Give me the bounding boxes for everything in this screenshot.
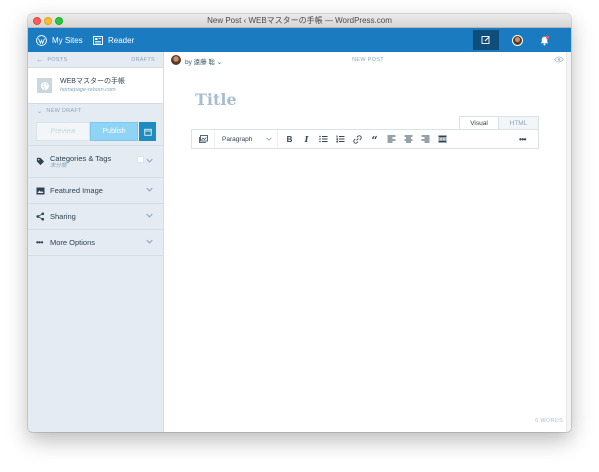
back-to-posts-link[interactable]: ← POSTS (36, 54, 68, 64)
align-right-button[interactable] (417, 130, 434, 148)
chevron-down-icon (146, 158, 153, 163)
my-sites-label: My Sites (52, 35, 83, 45)
ellipsis-icon: ••• (519, 134, 526, 144)
word-count: 0 WORDS (535, 418, 563, 424)
my-sites-button[interactable]: My Sites (36, 28, 83, 52)
write-button[interactable] (473, 30, 499, 50)
avatar (511, 34, 523, 46)
tag-icon (36, 157, 45, 166)
chevron-down-icon (266, 137, 272, 141)
publish-button[interactable]: Publish (90, 122, 138, 141)
notifications-button[interactable] (537, 28, 551, 52)
post-title-input[interactable]: Title (195, 90, 237, 109)
window-titlebar: New Post ‹ WEBマスターの手帳 — WordPress.com (28, 14, 571, 28)
categories-tags-label: Categories & Tags (50, 153, 112, 163)
media-icon (198, 135, 208, 143)
align-right-icon (421, 135, 430, 143)
featured-image-section[interactable]: Featured Image (28, 178, 163, 204)
bullet-list-icon (319, 135, 328, 143)
categories-value: 未分類 (50, 162, 67, 169)
format-select[interactable]: Paragraph (215, 130, 277, 148)
blockquote-icon: “ (371, 134, 378, 147)
publish-actions: Preview Publish (28, 118, 163, 146)
app-window: New Post ‹ WEBマスターの手帳 — WordPress.com My… (28, 14, 571, 432)
image-icon (36, 187, 45, 195)
chevron-down-icon (146, 213, 153, 218)
sharing-label: Sharing (50, 212, 76, 221)
insert-link-button[interactable] (349, 130, 366, 148)
align-center-icon (404, 135, 413, 143)
align-left-button[interactable] (383, 130, 400, 148)
scrollbar[interactable] (566, 52, 571, 432)
schedule-button[interactable] (139, 122, 156, 141)
ellipsis-icon: ••• (36, 238, 43, 247)
editor-mode-tabs: Visual HTML (459, 116, 539, 130)
read-more-icon (438, 135, 447, 143)
site-name: WEBマスターの手帳 (60, 78, 125, 85)
sharing-section[interactable]: Sharing (28, 204, 163, 230)
numbered-list-icon (336, 135, 345, 143)
align-left-icon (387, 135, 396, 143)
bold-icon: B (286, 134, 293, 144)
wordpress-icon (36, 34, 47, 46)
numbered-list-button[interactable] (332, 130, 349, 148)
tab-html[interactable]: HTML (499, 116, 539, 130)
eye-icon[interactable] (554, 56, 564, 63)
add-media-button[interactable] (192, 130, 214, 148)
blockquote-button[interactable]: “ (366, 130, 383, 148)
categories-tags-section[interactable]: Categories & Tags 未分類 (28, 146, 163, 178)
italic-button[interactable]: I (298, 130, 315, 148)
sidebar-header: ← POSTS DRAFTS (28, 52, 163, 68)
site-url: homepage-reborn.com (60, 87, 116, 93)
new-draft-toggle[interactable]: ⌄ NEW DRAFT (28, 104, 163, 118)
read-more-button[interactable] (434, 130, 451, 148)
arrow-left-icon: ← (36, 54, 45, 64)
italic-icon: I (304, 134, 309, 144)
editor-header: by 遠藤 聡 ⌄ NEW POST (165, 52, 571, 68)
site-card[interactable]: WEBマスターの手帳 homepage-reborn.com (28, 68, 163, 104)
format-select-value: Paragraph (222, 135, 253, 143)
category-checkbox[interactable] (137, 156, 144, 163)
more-options-section[interactable]: ••• More Options (28, 230, 163, 256)
window-title: New Post ‹ WEBマスターの手帳 — WordPress.com (207, 16, 392, 25)
toolbar-divider (277, 130, 278, 148)
drafts-link[interactable]: DRAFTS (131, 57, 155, 63)
post-status: NEW POST (352, 57, 384, 63)
featured-image-label: Featured Image (50, 186, 103, 195)
reader-label: Reader (108, 35, 135, 45)
profile-avatar-button[interactable] (510, 28, 524, 52)
more-options-label: More Options (50, 238, 96, 247)
link-icon (353, 134, 362, 144)
masterbar: My Sites Reader (28, 28, 571, 52)
preview-button[interactable]: Preview (36, 122, 90, 141)
chevron-down-icon (146, 239, 153, 244)
editor-sidebar: ← POSTS DRAFTS WEBマスターの手帳 homepage-rebor… (28, 52, 164, 432)
bell-icon (540, 35, 549, 45)
share-icon (36, 212, 45, 221)
tab-visual[interactable]: Visual (459, 116, 499, 130)
reader-icon (93, 35, 103, 45)
chevron-down-icon: ⌄ (37, 108, 43, 115)
new-draft-label: NEW DRAFT (46, 108, 82, 114)
reader-button[interactable]: Reader (93, 28, 134, 52)
bold-button[interactable]: B (281, 130, 298, 148)
editor-main: by 遠藤 聡 ⌄ NEW POST Title Visual HTML Par… (165, 52, 571, 432)
globe-icon (37, 78, 52, 93)
chevron-down-icon (146, 187, 153, 192)
calendar-icon (143, 128, 152, 136)
more-tools-button[interactable]: ••• (514, 130, 531, 148)
write-icon (481, 36, 490, 44)
editor-toolbar: Paragraph B I “ ••• (191, 129, 539, 149)
posts-label: POSTS (47, 56, 68, 63)
align-center-button[interactable] (400, 130, 417, 148)
bullet-list-button[interactable] (315, 130, 332, 148)
